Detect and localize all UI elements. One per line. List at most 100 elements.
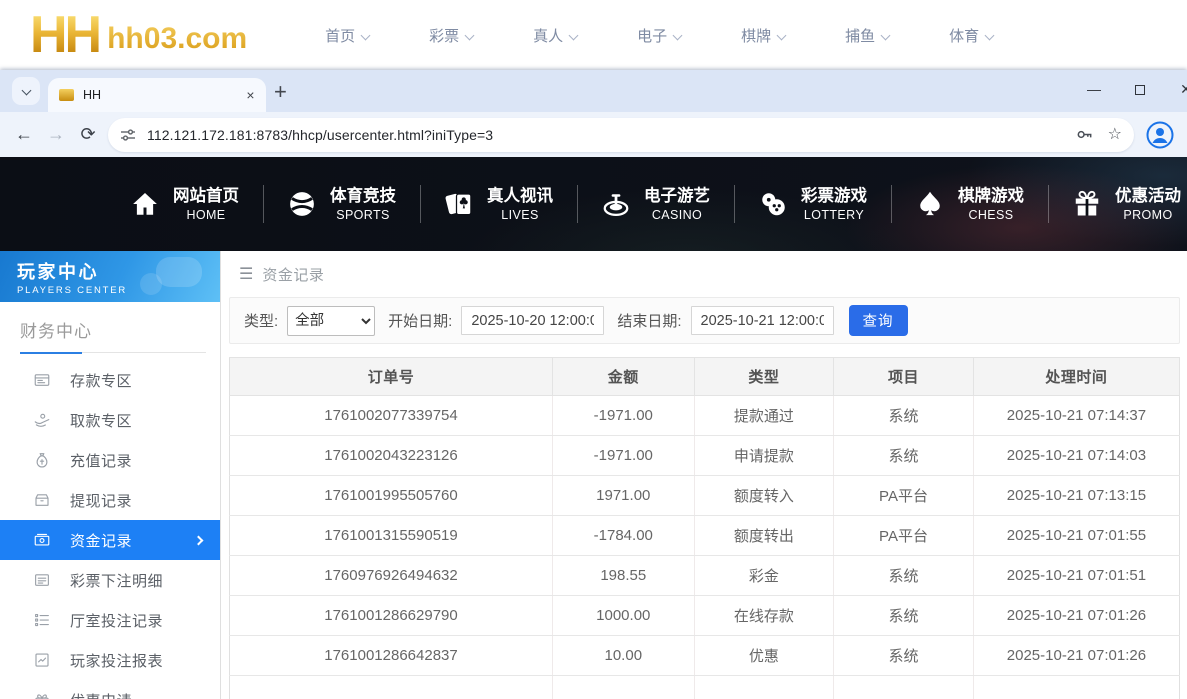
- sidebar-item[interactable]: 资金记录: [0, 520, 220, 560]
- sidebar-item[interactable]: 取款专区: [0, 400, 220, 440]
- tab-title: HH: [83, 88, 241, 102]
- site-nav-label: 彩票: [429, 28, 459, 45]
- cell-process-time: 2025-10-21 07:14:37: [973, 396, 1179, 436]
- start-date-input[interactable]: [461, 306, 604, 335]
- back-button[interactable]: ←: [8, 119, 40, 151]
- end-date-input[interactable]: [691, 306, 834, 335]
- site-nav-item[interactable]: 体育: [919, 25, 1023, 46]
- funds-record-icon: [33, 531, 51, 549]
- sidebar-item[interactable]: 充值记录: [0, 440, 220, 480]
- site-nav-label: 电子: [637, 28, 667, 45]
- url-bar[interactable]: 112.121.172.181:8783/hhcp/usercenter.htm…: [108, 118, 1134, 152]
- password-key-icon[interactable]: [1075, 125, 1094, 144]
- chevron-down-icon: [777, 30, 787, 40]
- promo-apply-icon: [33, 691, 51, 699]
- tab-search-button[interactable]: [12, 77, 40, 105]
- bookmark-star-icon[interactable]: ☆: [1108, 127, 1122, 143]
- cell-order-number: 1761002043223126: [230, 436, 553, 476]
- main-nav-item[interactable]: 电子游艺 CASINO: [577, 186, 734, 221]
- cell-project: 系统: [834, 636, 974, 676]
- main-nav-label-en: LIVES: [487, 208, 553, 222]
- minimize-button[interactable]: —: [1071, 74, 1117, 104]
- site-nav-label: 体育: [949, 28, 979, 45]
- profile-avatar-icon[interactable]: [1145, 120, 1175, 150]
- table-row[interactable]: 1761002077339754 -1971.00 提款通过 系统 2025-1…: [230, 396, 1180, 436]
- home-icon: [130, 189, 160, 219]
- cell-project: 系统: [834, 436, 974, 476]
- main-nav-label-en: CASINO: [644, 208, 710, 222]
- site-info-icon[interactable]: [120, 127, 136, 143]
- sidebar-item[interactable]: 存款专区: [0, 360, 220, 400]
- table-row[interactable]: 1761001995505760 1971.00 额度转入 PA平台 2025-…: [230, 476, 1180, 516]
- cell-type: 额度转出: [694, 516, 834, 556]
- lottery-balls-icon: [758, 189, 788, 219]
- main-game-nav: 网站首页 HOME 体育竞技 SPORTS: [0, 157, 1187, 251]
- sidebar-item-label: 取款专区: [70, 410, 132, 431]
- table-row[interactable]: 1761001286629790 1000.00 在线存款 系统 2025-10…: [230, 596, 1180, 636]
- site-logo[interactable]: HH hh03.com: [30, 12, 247, 59]
- type-label: 类型:: [244, 310, 278, 331]
- browser-tab[interactable]: HH ×: [48, 78, 266, 112]
- cell-order-number: 1761001995505760: [230, 476, 553, 516]
- table-row[interactable]: 1761001315590519 -1784.00 额度转出 PA平台 2025…: [230, 516, 1180, 556]
- cell-project: PA平台: [834, 516, 974, 556]
- site-header: HH hh03.com 首页 彩票 真人 电子 棋牌 捕鱼 体育: [0, 0, 1187, 70]
- cell-order-number: 1761002077339754: [230, 396, 553, 436]
- main-nav-item[interactable]: 真人视讯 LIVES: [420, 186, 577, 221]
- table-row[interactable]: 1761001286642837 10.00 优惠 系统 2025-10-21 …: [230, 636, 1180, 676]
- main-nav-item[interactable]: 网站首页 HOME: [106, 186, 263, 221]
- sports-ball-icon: [287, 189, 317, 219]
- browser-window: HH × + — ✕ ← → ⟳ 112.121.172.1: [0, 70, 1187, 699]
- table-header-cell: 金额: [553, 358, 695, 396]
- site-nav-item[interactable]: 真人: [503, 25, 607, 46]
- main-nav-label-en: LOTTERY: [801, 208, 867, 222]
- site-nav-item[interactable]: 捕鱼: [815, 25, 919, 46]
- recharge-record-icon: [33, 451, 51, 469]
- site-nav-item[interactable]: 棋牌: [711, 25, 815, 46]
- tab-close-icon[interactable]: ×: [241, 86, 260, 105]
- sidebar-section-title: 财务中心: [20, 317, 220, 352]
- table-row-partial: [230, 676, 1180, 699]
- table-header-row: 订单号 金额 类型 项目 处理时间: [230, 358, 1180, 396]
- new-tab-button[interactable]: +: [274, 79, 287, 105]
- end-date-label: 结束日期:: [617, 310, 681, 331]
- cell-process-time: 2025-10-21 07:01:55: [973, 516, 1179, 556]
- deposit-zone-icon: [33, 371, 51, 389]
- cell-order-number: 1761001315590519: [230, 516, 553, 556]
- cell-process-time: 2025-10-21 07:01:26: [973, 636, 1179, 676]
- table-row[interactable]: 1761002043223126 -1971.00 申请提款 系统 2025-1…: [230, 436, 1180, 476]
- sidebar-header: 玩家中心 PLAYERS CENTER: [0, 251, 220, 302]
- sidebar-item[interactable]: 玩家投注报表: [0, 640, 220, 680]
- table-header-cell: 处理时间: [973, 358, 1179, 396]
- sidebar-item[interactable]: 厅室投注记录: [0, 600, 220, 640]
- cell-project: 系统: [834, 396, 974, 436]
- main-nav-item[interactable]: 彩票游戏 LOTTERY: [734, 186, 891, 221]
- main-nav-item[interactable]: 体育竞技 SPORTS: [263, 186, 420, 221]
- sidebar-item-label: 提现记录: [70, 490, 132, 511]
- sidebar-item[interactable]: 提现记录: [0, 480, 220, 520]
- reload-button[interactable]: ⟳: [72, 119, 104, 151]
- sidebar-title: 玩家中心: [17, 258, 220, 284]
- cell-amount: -1971.00: [553, 396, 695, 436]
- chevron-down-icon: [465, 30, 475, 40]
- type-select[interactable]: 全部: [287, 306, 375, 336]
- sidebar-item[interactable]: 彩票下注明细: [0, 560, 220, 600]
- site-nav-item[interactable]: 电子: [607, 25, 711, 46]
- site-nav-item[interactable]: 彩票: [399, 25, 503, 46]
- close-button[interactable]: ✕: [1163, 74, 1187, 104]
- forward-button[interactable]: →: [40, 119, 72, 151]
- chevron-down-icon: [881, 30, 891, 40]
- sidebar-subtitle: PLAYERS CENTER: [17, 285, 220, 296]
- main-nav-item[interactable]: 优惠活动 PROMO: [1048, 186, 1187, 221]
- maximize-button[interactable]: [1117, 74, 1163, 104]
- sidebar-item-label: 玩家投注报表: [70, 650, 163, 671]
- chevron-down-icon: [673, 30, 683, 40]
- sidebar-section: 财务中心: [0, 302, 220, 353]
- sidebar-item[interactable]: 优惠申请: [0, 680, 220, 699]
- main-nav-item[interactable]: 棋牌游戏 CHESS: [891, 186, 1048, 221]
- site-nav-item[interactable]: 首页: [295, 25, 399, 46]
- tab-strip: HH × + — ✕: [0, 70, 1187, 112]
- table-row[interactable]: 1760976926494632 198.55 彩金 系统 2025-10-21…: [230, 556, 1180, 596]
- player-bet-report-icon: [33, 651, 51, 669]
- search-button[interactable]: 查询: [849, 305, 908, 336]
